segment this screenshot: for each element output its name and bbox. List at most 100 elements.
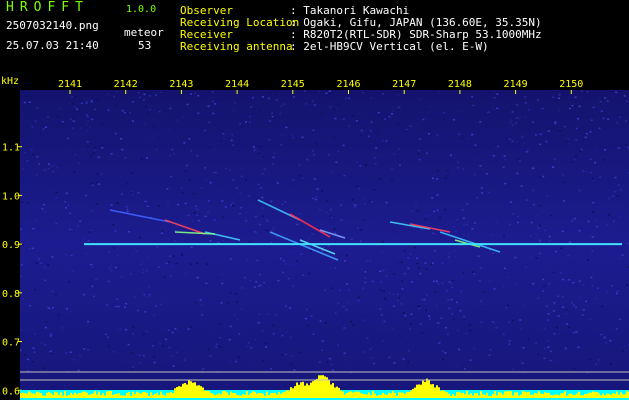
noise-dot	[557, 315, 560, 317]
noise-dot	[152, 345, 154, 347]
level-bar	[56, 392, 58, 398]
level-bar	[416, 384, 418, 398]
noise-dot	[359, 241, 362, 244]
noise-dot	[440, 317, 443, 319]
noise-dot	[44, 326, 47, 329]
level-bar	[128, 392, 130, 398]
noise-dot	[330, 363, 333, 366]
noise-dot	[266, 220, 269, 223]
noise-dot	[270, 93, 273, 95]
noise-dot	[234, 102, 237, 104]
noise-dot	[413, 165, 416, 167]
noise-dot	[197, 219, 200, 222]
noise-dot	[462, 217, 465, 219]
noise-dot	[51, 165, 54, 168]
noise-dot	[153, 355, 156, 358]
level-bar	[528, 391, 530, 398]
noise-dot	[124, 306, 126, 309]
noise-dot	[538, 133, 540, 135]
level-bar	[248, 394, 250, 398]
noise-dot	[369, 348, 372, 350]
noise-dot	[250, 106, 253, 108]
noise-dot	[351, 170, 354, 172]
noise-dot	[85, 102, 88, 104]
noise-dot	[403, 250, 406, 252]
noise-dot	[488, 217, 491, 219]
noise-dot	[219, 346, 222, 348]
noise-dot	[108, 267, 111, 270]
noise-dot	[350, 146, 353, 149]
noise-dot	[197, 95, 200, 97]
noise-dot	[463, 315, 466, 318]
noise-dot	[132, 231, 135, 233]
noise-dot	[356, 185, 359, 188]
noise-dot	[284, 263, 287, 265]
noise-dot	[542, 175, 545, 178]
noise-dot	[585, 300, 588, 303]
noise-dot	[396, 238, 399, 240]
noise-dot	[91, 118, 93, 121]
noise-dot	[253, 149, 256, 152]
noise-dot	[564, 141, 567, 143]
noise-dot	[257, 152, 260, 155]
noise-dot	[65, 207, 67, 209]
noise-dot	[399, 164, 401, 166]
noise-dot	[262, 360, 265, 362]
noise-dot	[94, 147, 96, 149]
noise-dot	[605, 285, 608, 287]
noise-dot	[146, 205, 149, 207]
noise-dot	[249, 363, 252, 365]
noise-dot	[86, 100, 89, 102]
noise-dot	[89, 155, 92, 157]
noise-dot	[110, 269, 113, 272]
noise-dot	[192, 192, 195, 195]
noise-dot	[73, 171, 76, 173]
noise-dot	[261, 196, 264, 199]
noise-dot	[85, 253, 88, 255]
level-bar	[30, 392, 32, 398]
noise-dot	[132, 326, 135, 328]
noise-dot	[606, 223, 609, 225]
level-bar	[48, 391, 50, 398]
noise-dot	[519, 127, 522, 129]
noise-dot	[267, 97, 270, 100]
noise-dot	[450, 366, 453, 369]
noise-dot	[546, 195, 549, 198]
noise-dot	[215, 282, 218, 284]
level-bar	[556, 394, 558, 398]
noise-dot	[82, 293, 85, 296]
noise-dot	[238, 356, 241, 359]
noise-dot	[336, 108, 339, 110]
noise-dot	[171, 295, 174, 297]
noise-dot	[352, 324, 355, 326]
noise-dot	[476, 196, 479, 199]
noise-dot	[346, 205, 349, 207]
noise-dot	[388, 115, 391, 118]
noise-dot	[308, 238, 311, 240]
noise-dot	[402, 358, 405, 360]
noise-dot	[434, 249, 436, 252]
noise-dot	[554, 250, 557, 253]
noise-dot	[65, 254, 68, 256]
noise-dot	[185, 341, 188, 344]
noise-dot	[565, 323, 568, 325]
noise-dot	[249, 279, 252, 281]
noise-dot	[393, 153, 396, 155]
level-bar	[602, 393, 604, 398]
level-bar	[32, 393, 34, 398]
noise-dot	[167, 201, 169, 203]
noise-dot	[207, 211, 210, 214]
noise-dot	[564, 348, 567, 351]
noise-dot	[201, 314, 204, 316]
noise-dot	[169, 274, 172, 277]
level-bar	[158, 395, 160, 398]
noise-dot	[86, 129, 89, 132]
noise-dot	[492, 252, 495, 255]
noise-dot	[434, 154, 437, 156]
noise-dot	[239, 187, 241, 189]
noise-dot	[347, 289, 350, 291]
level-bar	[132, 391, 134, 398]
noise-dot	[220, 189, 223, 192]
noise-dot	[608, 197, 610, 200]
y-tick-label: 0.9	[2, 240, 20, 251]
